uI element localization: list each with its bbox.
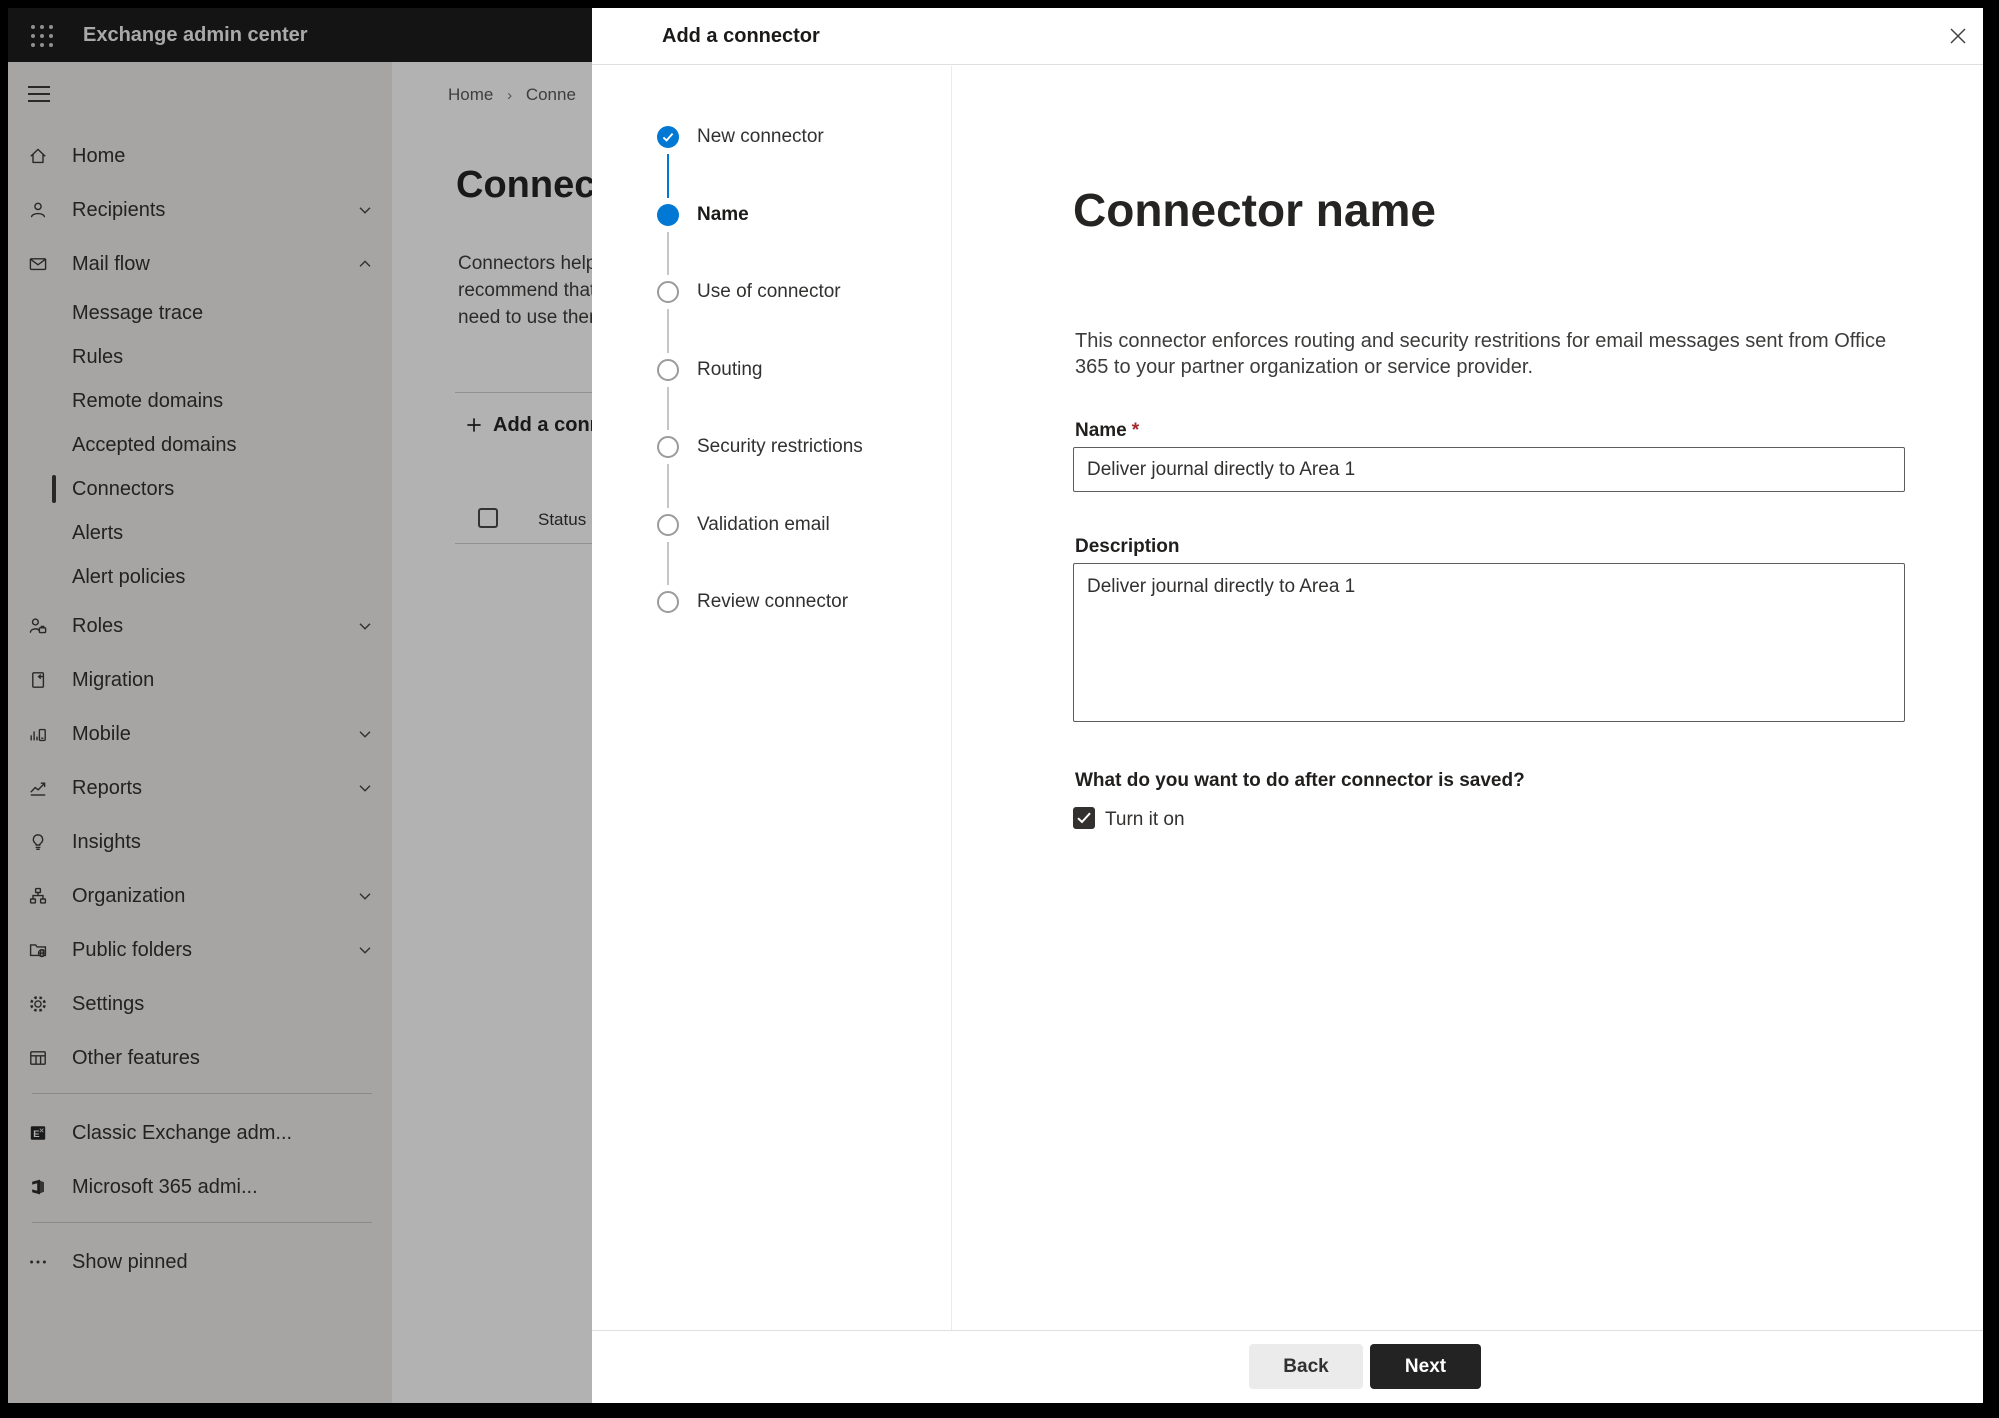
step-label: Review connector (697, 591, 849, 612)
step-description: This connector enforces routing and secu… (1075, 330, 1887, 378)
wizard-stepper: New connector Name Use of connector Routing… (592, 66, 952, 1330)
step-label: Use of connector (697, 281, 841, 302)
step-connector-line (667, 231, 669, 275)
step-label: Validation email (697, 513, 830, 535)
step-connector-line (667, 541, 669, 585)
connector-description-textarea[interactable]: Deliver journal directly to Area 1 (1073, 563, 1905, 722)
step-indicator-routing (657, 358, 679, 381)
step-connector-line (667, 464, 669, 508)
close-icon[interactable] (1944, 22, 1972, 50)
name-field-label: Name * (1075, 420, 1140, 441)
description-field-label: Description (1075, 536, 1180, 557)
turn-it-on-label: Turn it on (1105, 809, 1185, 830)
back-button[interactable]: Back (1249, 1344, 1363, 1389)
step-connector-line (667, 309, 669, 353)
step-heading: Connector name (1073, 184, 1436, 236)
step-connector-line (667, 154, 669, 198)
step-label: Name (697, 203, 749, 225)
step-indicator-review-connector (657, 591, 679, 613)
step-label: New connector (697, 126, 824, 147)
step-label: Security restrictions (697, 436, 863, 457)
modal-header: Add a connector (592, 8, 1983, 65)
step-connector-line (667, 386, 669, 430)
next-button[interactable]: Next (1370, 1344, 1481, 1389)
connector-name-input[interactable] (1073, 447, 1905, 492)
step-indicator-use-of-connector (657, 281, 679, 303)
step-indicator-name (657, 203, 679, 226)
step-indicator-security-restrictions (657, 436, 679, 458)
add-connector-modal: Add a connector New connector Name Use of … (592, 8, 1983, 1403)
modal-title: Add a connector (662, 25, 820, 47)
exchange-admin-app: Exchange admin center Home Recipients Mail… (8, 8, 1983, 1403)
after-save-question: What do you want to do after connector i… (1075, 770, 1525, 791)
step-indicator-new-connector (657, 126, 679, 148)
modal-body: New connector Name Use of connector Routing… (592, 66, 1983, 1330)
modal-footer: Back Next (592, 1330, 1983, 1403)
step-label: Routing (697, 358, 763, 380)
turn-it-on-checkbox[interactable] (1073, 807, 1095, 829)
required-asterisk: * (1131, 420, 1140, 441)
step-indicator-validation-email (657, 513, 679, 536)
